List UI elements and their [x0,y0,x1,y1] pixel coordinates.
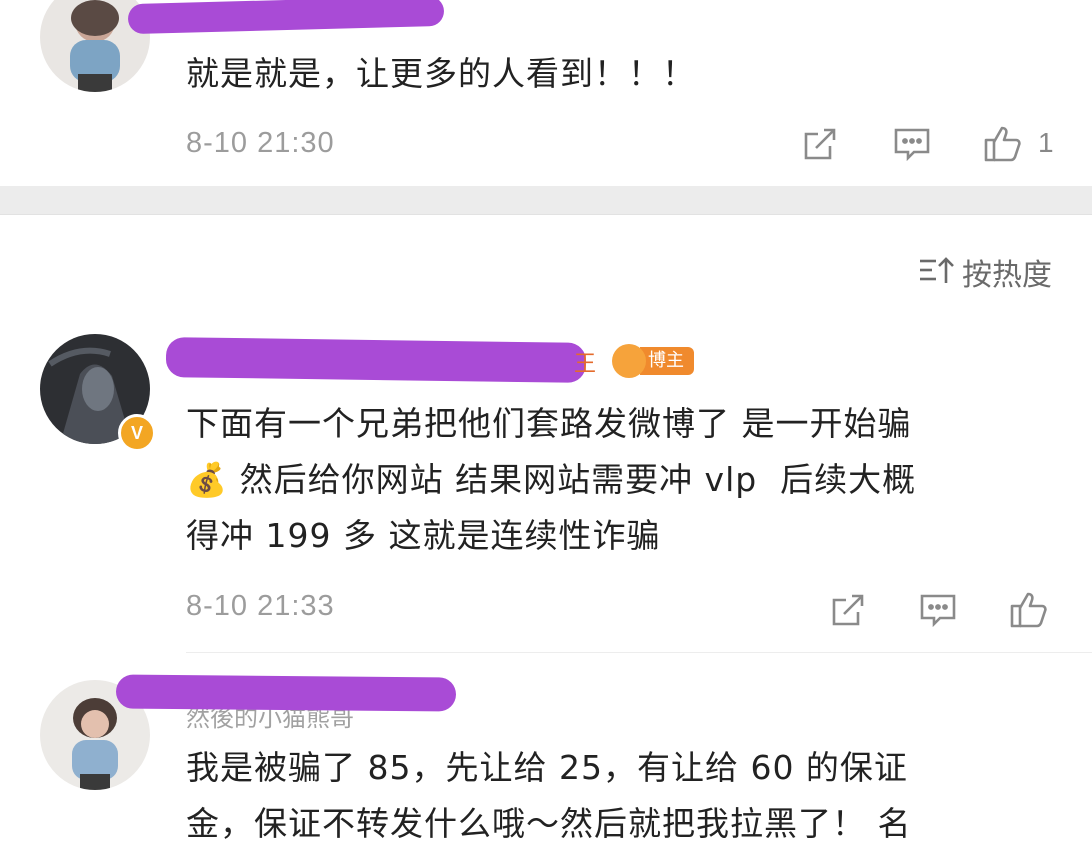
comment-feed: 就是就是，让更多的人看到！！！ 8-10 21:30 1 按热度 V 王 博主 … [0,0,1092,866]
comment-item-3: 然後的小猫熊哥 我是被骗了 85，先让给 25，有让给 60 的保证 金，保证不… [0,0,1092,866]
comment-text: 我是被骗了 85，先让给 25，有让给 60 的保证 金，保证不转发什么哦～然后… [186,748,912,843]
redacted-username [115,674,457,712]
